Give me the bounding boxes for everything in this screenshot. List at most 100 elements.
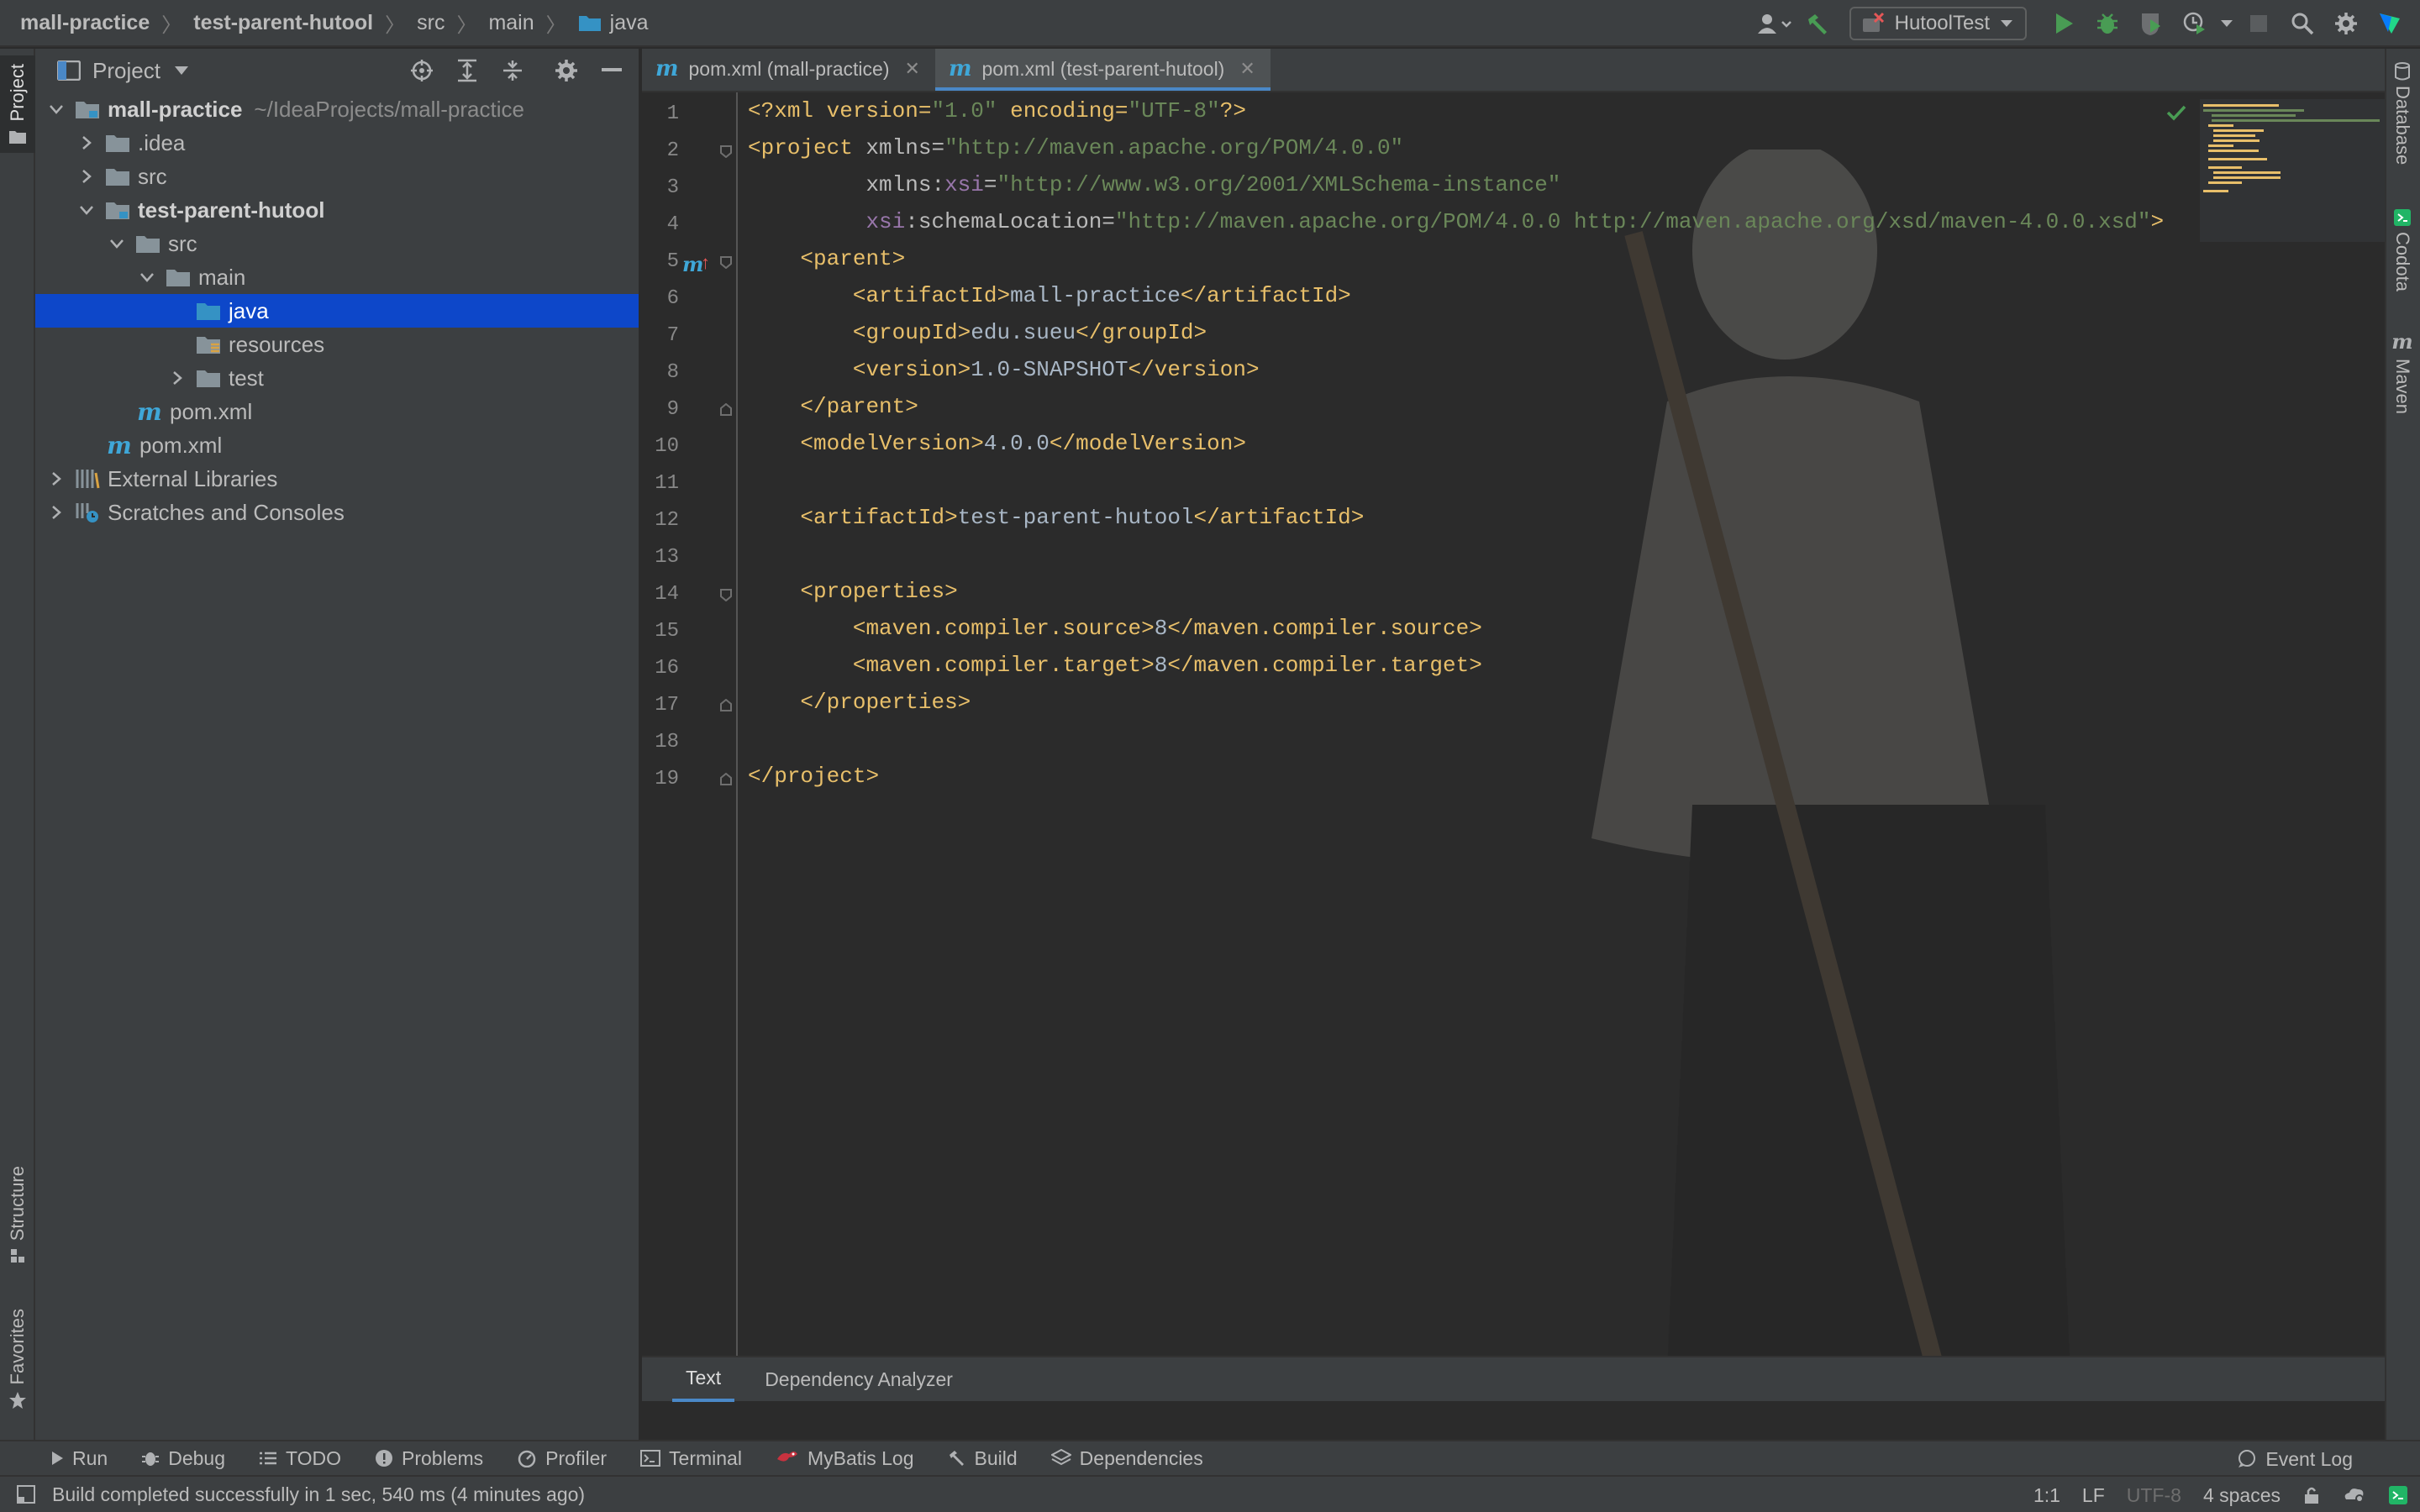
fold-icon[interactable] [719, 588, 733, 601]
maven-file-icon: m [137, 397, 162, 426]
tree-item-main[interactable]: main [35, 260, 639, 294]
chevron-right-icon[interactable] [76, 160, 97, 193]
profiler-gauge-icon [517, 1449, 537, 1467]
toggle-tool-windows-icon[interactable] [17, 1485, 35, 1504]
lock-icon[interactable] [2302, 1486, 2321, 1504]
run-icon[interactable] [2042, 2, 2086, 45]
more-run-options-icon[interactable] [2217, 2, 2237, 45]
breadcrumb-item-mall-practice[interactable]: mall-practice [20, 11, 150, 35]
tool-window-debug[interactable]: Debug [141, 1447, 225, 1470]
tool-window-event-log[interactable]: Event Log [2237, 1441, 2353, 1477]
tree-item-mall-practice[interactable]: mall-practice ~/IdeaProjects/mall-practi… [35, 92, 639, 126]
tool-window-dependencies[interactable]: Dependencies [1050, 1447, 1203, 1470]
tree-item-resources[interactable]: resources [35, 328, 639, 361]
tree-item-java[interactable]: java [35, 294, 639, 328]
tree-item-pom-xml-nested[interactable]: m pom.xml [35, 395, 639, 428]
code-minimap[interactable] [2200, 99, 2385, 242]
fold-icon[interactable] [719, 144, 733, 158]
fold-icon[interactable] [719, 403, 733, 417]
line-separator[interactable]: LF [2082, 1484, 2105, 1507]
caret-position[interactable]: 1:1 [2033, 1484, 2060, 1507]
tree-item-idea[interactable]: .idea [35, 126, 639, 160]
code-line: <groupId>edu.sueu</groupId> [852, 320, 1207, 345]
chevron-down-icon[interactable] [45, 92, 67, 126]
line-number: 9 [666, 398, 679, 421]
tab-dependency-analyzer[interactable]: Dependency Analyzer [751, 1357, 966, 1402]
tree-item-src[interactable]: src [35, 160, 639, 193]
close-tab-icon[interactable]: ✕ [1239, 58, 1255, 80]
view-dropdown-icon[interactable] [174, 66, 189, 76]
chevron-right-icon[interactable] [45, 462, 67, 496]
codota-terminal-icon[interactable] [2388, 1485, 2408, 1505]
tool-tab-maven[interactable]: m Maven [2385, 329, 2420, 414]
breadcrumb-item-java[interactable]: java [578, 11, 649, 35]
options-gear-icon[interactable] [546, 50, 587, 91]
fold-icon[interactable] [719, 773, 733, 786]
code-editor[interactable]: <?xml version="1.0" encoding="UTF-8"?> <… [748, 92, 2378, 1356]
indent-setting[interactable]: 4 spaces [2203, 1484, 2281, 1507]
code-line: xmlns:xsi="http://www.w3.org/2001/XMLSch… [865, 172, 1561, 197]
build-hammer-icon[interactable] [1796, 2, 1839, 45]
chevron-down-icon[interactable] [106, 227, 128, 260]
tool-window-run[interactable]: Run [50, 1447, 108, 1470]
folder-icon [104, 126, 131, 160]
tool-tab-codota[interactable]: Codota [2385, 208, 2420, 291]
chevron-down-icon[interactable] [76, 193, 97, 227]
chevron-right-icon: 〉 [545, 13, 566, 37]
codota-status-icon[interactable] [2343, 1486, 2366, 1504]
tab-text[interactable]: Text [672, 1357, 735, 1402]
fold-icon[interactable] [719, 699, 733, 712]
tree-item-test[interactable]: test [35, 361, 639, 395]
run-configuration-select[interactable]: HutoolTest [1849, 7, 2027, 40]
locate-file-icon[interactable] [402, 50, 442, 91]
line-number: 6 [666, 287, 679, 310]
hide-panel-icon[interactable] [592, 50, 632, 91]
tool-window-terminal[interactable]: Terminal [640, 1447, 742, 1470]
structure-icon [9, 1247, 26, 1264]
navigation-bar: mall-practice 〉 test-parent-hutool 〉 src… [0, 0, 2420, 47]
tree-item-test-parent-hutool[interactable]: test-parent-hutool [35, 193, 639, 227]
event-log-bubble-icon [2237, 1450, 2257, 1468]
tool-tab-project[interactable]: Project [0, 55, 35, 154]
expand-all-icon[interactable] [447, 50, 487, 91]
tree-item-pom-xml-root[interactable]: m pom.xml [35, 428, 639, 462]
breadcrumb-item-src[interactable]: src [417, 11, 445, 35]
tool-window-profiler[interactable]: Profiler [517, 1447, 607, 1470]
vcs-user-button[interactable] [1752, 2, 1796, 45]
profiler-icon[interactable] [2173, 2, 2217, 45]
collapse-all-icon[interactable] [492, 50, 533, 91]
fold-icon[interactable] [719, 255, 733, 269]
tool-window-mybatis-log[interactable]: MyBatis Log [776, 1447, 914, 1470]
tool-window-todo[interactable]: TODO [259, 1447, 341, 1470]
chevron-right-icon[interactable] [166, 361, 188, 395]
chevron-right-icon[interactable] [45, 496, 67, 529]
inspection-ok-check-icon[interactable] [2166, 104, 2186, 121]
tree-item-external-libraries[interactable]: External Libraries [35, 462, 639, 496]
tree-item-scratches[interactable]: Scratches and Consoles [35, 496, 639, 529]
breadcrumb-item-main[interactable]: main [488, 11, 534, 35]
jetbrains-toolbox-icon[interactable] [2368, 2, 2412, 45]
breadcrumb-item-test-parent-hutool[interactable]: test-parent-hutool [193, 11, 373, 35]
close-tab-icon[interactable]: ✕ [905, 58, 920, 80]
chevron-down-icon[interactable] [136, 260, 158, 294]
status-message-area[interactable]: Build completed successfully in 1 sec, 5… [17, 1483, 585, 1506]
left-tool-strip: Project Structure Favorites [0, 49, 35, 1457]
tab-pom-mall-practice[interactable]: m pom.xml (mall-practice) ✕ [642, 49, 935, 91]
tool-tab-favorites[interactable]: Favorites [0, 1309, 35, 1410]
tool-window-problems[interactable]: Problems [375, 1447, 483, 1470]
tool-tab-database[interactable]: Database [2385, 62, 2420, 165]
code-line: </parent> [800, 394, 918, 419]
run-config-label: HutoolTest [1894, 12, 1990, 34]
tree-item-src-nested[interactable]: src [35, 227, 639, 260]
coverage-icon[interactable] [2129, 2, 2173, 45]
chevron-right-icon[interactable] [76, 126, 97, 160]
debug-icon[interactable] [2086, 2, 2129, 45]
tool-tab-structure[interactable]: Structure [0, 1166, 35, 1264]
search-icon[interactable] [2281, 2, 2324, 45]
file-encoding[interactable]: UTF-8 [2127, 1484, 2181, 1507]
tool-window-build[interactable]: Build [948, 1447, 1018, 1470]
stop-icon[interactable] [2237, 2, 2281, 45]
settings-gear-icon[interactable] [2324, 2, 2368, 45]
project-panel-title[interactable]: Project [92, 58, 160, 84]
tab-pom-test-parent-hutool[interactable]: m pom.xml (test-parent-hutool) ✕ [934, 49, 1270, 91]
